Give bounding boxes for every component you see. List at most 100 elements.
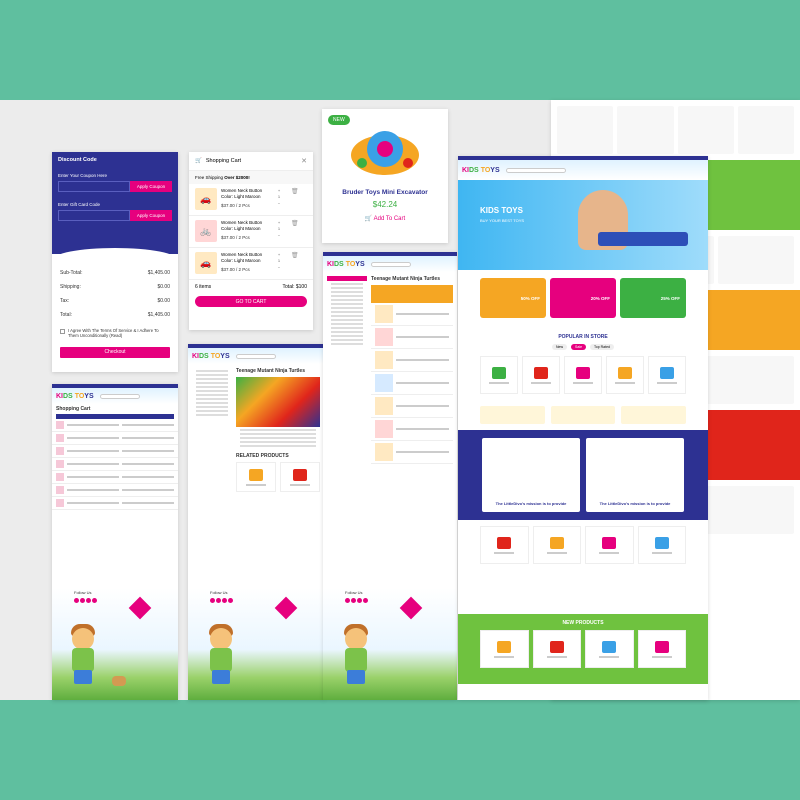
quantity-stepper[interactable]: +1− [275, 188, 283, 211]
site-logo[interactable]: KIDS TOYS [462, 167, 500, 174]
cart-item: 🚗 Women Neck Button Color: Light Maroon $… [189, 248, 313, 280]
cart-item-qty: 1 [277, 194, 281, 200]
product-card[interactable] [480, 356, 518, 394]
product-price: $42.24 [372, 200, 398, 209]
total-label: Total: [60, 312, 72, 318]
product-card[interactable] [637, 526, 686, 564]
table-row [52, 497, 178, 510]
footer-illustration: Follow Us [323, 588, 457, 700]
social-icons[interactable] [345, 598, 369, 604]
product-card[interactable] [637, 630, 686, 668]
product-card[interactable] [585, 630, 634, 668]
product-card[interactable] [522, 356, 560, 394]
product-detail: Teenage Mutant Ninja Turtles RELATED PRO… [188, 364, 324, 496]
logo-part: YS [355, 260, 365, 268]
logo-part: DS [469, 166, 479, 174]
social-icons[interactable] [74, 598, 98, 604]
product-gallery-image[interactable] [236, 377, 320, 427]
quantity-stepper[interactable]: +1− [275, 220, 283, 243]
hero-subtitle: BUY YOUR BEST TOYS [480, 218, 525, 223]
site-logo[interactable]: KIDS TOYS [192, 353, 230, 360]
tab-sale[interactable]: Sale [571, 344, 587, 350]
related-products [236, 462, 320, 492]
gift-card-input[interactable] [58, 210, 130, 221]
follow-us-label: Follow Us [74, 590, 92, 595]
add-to-cart-label: Add To Cart [373, 216, 406, 222]
order-summary: Sub-Total: $1,405.00 Shipping: $0.00 Tax: $… [52, 260, 178, 360]
dog-icon [112, 676, 126, 686]
promo-banner[interactable]: 20% OFF [550, 278, 616, 318]
search-input[interactable] [235, 353, 276, 359]
product-card[interactable] [236, 462, 276, 492]
product-card[interactable] [585, 526, 634, 564]
logo-part: DS [334, 260, 344, 268]
promo-banner[interactable]: 25% OFF [620, 278, 686, 318]
trash-icon[interactable]: 🗑 [291, 252, 299, 275]
free-shipping-threshold: Over $2000! [224, 175, 250, 180]
category-banner [371, 285, 453, 303]
site-logo[interactable]: KIDS TOYS [327, 261, 365, 268]
search-input[interactable] [505, 167, 566, 173]
total-value: $1,405.00 [147, 312, 170, 318]
logo-part: TO [74, 392, 85, 400]
add-to-cart-button[interactable]: 🛒 Add To Cart [322, 215, 448, 222]
cart-item-name: Women Neck Button Color: Light Maroon [221, 220, 263, 231]
cart-total: Total: $100 [282, 284, 307, 290]
category-layout: Teenage Mutant Ninja Turtles [323, 272, 457, 468]
product-card[interactable] [606, 356, 644, 394]
category-title: Teenage Mutant Ninja Turtles [371, 276, 440, 282]
category-page-preview: KIDS TOYS Teenage Mutant Ninja Turtles F… [323, 252, 457, 700]
product-name[interactable]: Bruder Toys Mini Excavator [322, 189, 448, 196]
mission-section: The LittleDivo's mission is to provide T… [458, 430, 708, 520]
go-to-cart-button[interactable]: GO TO CART [195, 296, 307, 307]
discount-title: Discount Code [58, 157, 97, 163]
trash-icon[interactable]: 🗑 [291, 188, 299, 211]
kid-illustration [62, 618, 104, 688]
product-row [458, 350, 708, 400]
product-card[interactable] [564, 356, 602, 394]
product-card[interactable] [532, 526, 581, 564]
site-header: KIDS TOYS [458, 160, 708, 180]
hero-title: KIDS TOYS [480, 206, 523, 215]
logo-part: YS [490, 166, 500, 174]
cart-item: 🚗 Women Neck Button Color: Light Maroon $… [189, 184, 313, 216]
product-card[interactable] [480, 630, 529, 668]
close-icon[interactable]: ✕ [301, 157, 307, 165]
product-card[interactable]: NEW Bruder Toys Mini Excavator $42.24 🛒 … [322, 109, 448, 243]
quantity-stepper[interactable]: +1− [275, 252, 283, 275]
apply-gift-button[interactable]: Apply Coupon [130, 210, 172, 221]
tax-label: Tax: [60, 298, 70, 304]
product-card[interactable] [648, 356, 686, 394]
table-row [52, 471, 178, 484]
filter-sidebar [327, 276, 367, 464]
new-badge: NEW [328, 115, 350, 125]
tab-new[interactable]: New [552, 344, 568, 350]
social-icons[interactable] [210, 598, 234, 604]
checkout-button[interactable]: Checkout [60, 346, 170, 358]
product-card[interactable] [480, 526, 529, 564]
apply-coupon-button[interactable]: Apply Coupon [130, 181, 172, 192]
promo-banner[interactable]: 50% OFF [480, 278, 546, 318]
product-card[interactable] [280, 462, 320, 492]
trash-icon[interactable]: 🗑 [291, 220, 299, 243]
cart-icon: 🛒 [195, 158, 202, 164]
kite-icon [128, 596, 152, 620]
page-title: Shopping Cart [56, 406, 91, 412]
related-title: RELATED PRODUCTS [236, 453, 289, 459]
search-input[interactable] [99, 393, 140, 399]
cart-item-price: $37.00 / 2 Pcs [221, 266, 250, 272]
product-title: Teenage Mutant Ninja Turtles [236, 368, 305, 374]
coupon-input[interactable] [58, 181, 130, 192]
logo-part: KI [327, 260, 334, 268]
search-input[interactable] [370, 261, 411, 267]
product-card[interactable] [532, 630, 581, 668]
product-thumbnail: 🚗 [195, 188, 217, 210]
agree-checkbox[interactable] [60, 329, 65, 334]
tab-top-rated[interactable]: Top Rated [590, 344, 614, 350]
home-page-preview: KIDS TOYS KIDS TOYS BUY YOUR BEST TOYS 5… [458, 156, 708, 700]
free-shipping-prefix: Free Shipping [195, 175, 225, 180]
site-logo[interactable]: KIDS TOYS [56, 393, 94, 400]
cart-count: 6 items [195, 284, 212, 290]
free-shipping-msg: Free Shipping Over $2000! [189, 171, 313, 184]
feature-row [458, 400, 708, 430]
